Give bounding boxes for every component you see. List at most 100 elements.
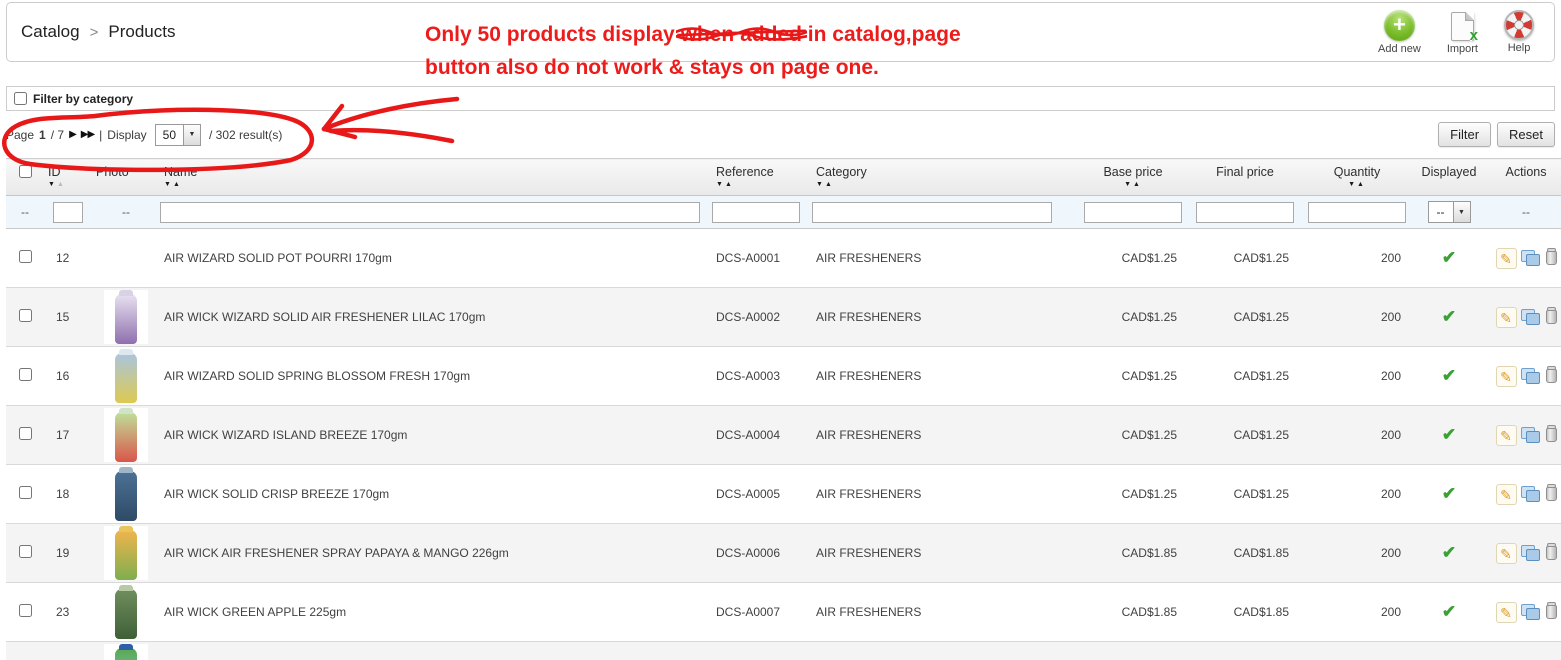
product-base-price: CAD$1.25 — [1077, 464, 1189, 524]
delete-icon[interactable] — [1545, 484, 1557, 501]
duplicate-icon[interactable] — [1520, 427, 1540, 443]
filter-button[interactable]: Filter — [1438, 122, 1492, 147]
duplicate-icon[interactable] — [1520, 545, 1540, 561]
product-category: AIR FRESHENERS — [812, 523, 1077, 583]
import-button[interactable]: Import — [1447, 10, 1478, 55]
table-row: 19 AIR WICK AIR FRESHENER SPRAY PAPAYA &… — [6, 523, 1561, 583]
column-header-photo: Photo — [92, 158, 160, 196]
id-filter-input[interactable] — [53, 201, 83, 223]
category-sort-icons[interactable]: ▼▲ — [812, 181, 1077, 188]
next-page-icon[interactable]: ▶ — [69, 129, 77, 140]
delete-icon[interactable] — [1545, 248, 1557, 265]
duplicate-icon[interactable] — [1520, 309, 1540, 325]
table-row: 12 AIR WIZARD SOLID POT POURRI 170gm DCS… — [6, 228, 1561, 288]
sort-asc-icon: ▲ — [1133, 181, 1142, 188]
filter-select-placeholder: -- — [6, 195, 44, 229]
column-header-reference[interactable]: Reference ▼▲ — [712, 158, 812, 196]
product-id: 17 — [44, 405, 92, 465]
edit-icon[interactable]: ✎ — [1495, 365, 1517, 387]
table-row: 15 AIR WICK WIZARD SOLID AIR FRESHENER L… — [6, 287, 1561, 347]
column-header-category[interactable]: Category ▼▲ — [812, 158, 1077, 196]
name-filter-input[interactable] — [160, 201, 700, 223]
edit-icon[interactable]: ✎ — [1495, 601, 1517, 623]
add-new-button[interactable]: + Add new — [1378, 9, 1421, 55]
product-final-price: CAD$1.85 — [1189, 641, 1301, 660]
column-header-id[interactable]: ID ▼▲ — [44, 158, 92, 196]
base-price-sort-icons[interactable]: ▼▲ — [1077, 181, 1189, 188]
row-checkbox[interactable] — [18, 604, 32, 617]
id-sort-icons[interactable]: ▼▲ — [44, 181, 92, 188]
filter-photo-placeholder: -- — [92, 195, 160, 229]
edit-icon[interactable]: ✎ — [1495, 542, 1517, 564]
product-id: 23 — [44, 582, 92, 642]
product-category: AIR FRESHENERS — [812, 287, 1077, 347]
product-quantity: 200 — [1301, 582, 1413, 642]
filter-by-category-checkbox[interactable] — [14, 92, 27, 105]
product-name: AIR WIZARD SOLID SPRING BLOSSOM FRESH 17… — [160, 346, 712, 406]
product-base-price: CAD$1.85 — [1077, 582, 1189, 642]
delete-icon[interactable] — [1545, 543, 1557, 560]
category-filter-input[interactable] — [812, 201, 1052, 223]
chevron-down-icon: ▼ — [1452, 202, 1470, 222]
breadcrumb: Catalog > Products — [21, 22, 175, 42]
row-checkbox[interactable] — [18, 486, 32, 499]
display-label: Display — [107, 127, 147, 142]
product-reference: DCS-A0006 — [712, 523, 812, 583]
last-page-icon[interactable]: ▶▶ — [81, 129, 95, 140]
edit-icon[interactable]: ✎ — [1495, 247, 1517, 269]
duplicate-icon[interactable] — [1520, 250, 1540, 266]
product-name: AIR WICK SOLID CRISP BREEZE 170gm — [160, 464, 712, 524]
product-category: AIR FRESHENERS — [812, 464, 1077, 524]
product-photo — [104, 467, 148, 521]
row-checkbox[interactable] — [18, 368, 32, 381]
delete-icon[interactable] — [1545, 307, 1557, 324]
product-photo-image — [115, 467, 137, 521]
product-quantity: 200 — [1301, 464, 1413, 524]
filter-actions-placeholder: -- — [1485, 195, 1561, 229]
reset-button[interactable]: Reset — [1497, 122, 1555, 147]
edit-icon[interactable]: ✎ — [1495, 424, 1517, 446]
delete-icon[interactable] — [1545, 425, 1557, 442]
row-checkbox[interactable] — [18, 427, 32, 440]
display-count-value: 50 — [162, 127, 176, 142]
display-count-select[interactable]: 50 ▼ — [154, 123, 201, 146]
product-name: AIR WICK 2IN1 LAVENDER & CHAMOMILE 226gm — [160, 641, 712, 660]
row-checkbox[interactable] — [18, 250, 32, 263]
select-all-checkbox[interactable] — [18, 165, 32, 178]
product-category: AIR FRESHENERS — [812, 641, 1077, 660]
row-actions: ✎ — [1485, 365, 1561, 387]
total-pages: / 7 — [50, 127, 65, 142]
column-header-quantity[interactable]: Quantity ▼▲ — [1301, 158, 1413, 196]
base-price-filter-input[interactable] — [1084, 201, 1182, 223]
displayed-filter-value: -- — [1436, 205, 1445, 219]
reference-filter-input[interactable] — [712, 201, 800, 223]
breadcrumb-products[interactable]: Products — [108, 22, 175, 42]
displayed-filter-select[interactable]: -- ▼ — [1427, 201, 1471, 223]
duplicate-icon[interactable] — [1520, 368, 1540, 384]
reference-sort-icons[interactable]: ▼▲ — [712, 181, 812, 188]
final-price-filter-input[interactable] — [1196, 201, 1294, 223]
edit-icon[interactable]: ✎ — [1495, 483, 1517, 505]
table-row: 24 AIR WICK 2IN1 LAVENDER & CHAMOMILE 22… — [6, 641, 1561, 660]
duplicate-icon[interactable] — [1520, 486, 1540, 502]
delete-icon[interactable] — [1545, 602, 1557, 619]
product-photo — [104, 349, 148, 403]
column-header-base-price[interactable]: Base price ▼▲ — [1077, 158, 1189, 196]
help-button[interactable]: Help — [1504, 9, 1534, 55]
breadcrumb-catalog[interactable]: Catalog — [21, 22, 80, 42]
duplicate-icon[interactable] — [1520, 604, 1540, 620]
column-header-name[interactable]: Name ▼▲ — [160, 158, 712, 196]
delete-icon[interactable] — [1545, 366, 1557, 383]
displayed-check-icon: ✔ — [1441, 307, 1457, 326]
product-final-price: CAD$1.85 — [1189, 582, 1301, 642]
name-sort-icons[interactable]: ▼▲ — [160, 181, 712, 188]
product-base-price: CAD$1.85 — [1077, 523, 1189, 583]
product-photo-image — [115, 349, 137, 403]
quantity-filter-input[interactable] — [1308, 201, 1406, 223]
row-checkbox[interactable] — [18, 545, 32, 558]
quantity-sort-icons[interactable]: ▼▲ — [1301, 181, 1413, 188]
edit-icon[interactable]: ✎ — [1495, 306, 1517, 328]
row-checkbox[interactable] — [18, 309, 32, 322]
product-quantity: 200 — [1301, 346, 1413, 406]
product-quantity: 200 — [1301, 523, 1413, 583]
